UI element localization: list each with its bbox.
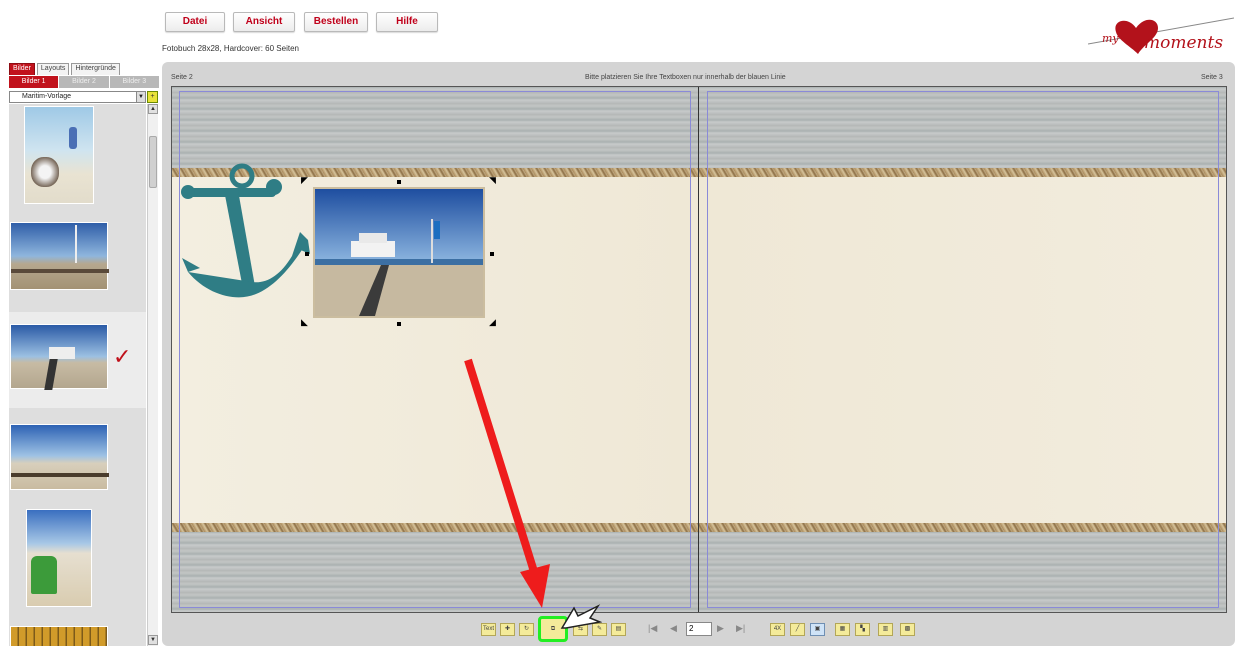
prev-page-icon[interactable]: ◀ [670, 623, 677, 634]
template-select-value: Maritim-Vorlage [22, 93, 72, 100]
resize-handle[interactable] [397, 322, 401, 326]
svg-text:moments: moments [1144, 33, 1223, 53]
zoom-button[interactable]: 4X [770, 623, 785, 636]
page-fold [698, 87, 699, 612]
selected-check-icon: ✓ [113, 344, 132, 369]
image-subtabs: Bilder 1 Bilder 2 Bilder 3 [9, 76, 159, 88]
subtab-bilder-1[interactable]: Bilder 1 [9, 76, 59, 88]
svg-text:my: my [1102, 32, 1119, 45]
screen-view-icon[interactable]: ▣ [810, 623, 825, 636]
resize-handle[interactable] [490, 252, 494, 256]
add-image-button[interactable]: ✚ [500, 623, 515, 636]
resize-handle[interactable] [397, 180, 401, 184]
thumbnail-image[interactable] [26, 509, 92, 607]
thumbnail-image[interactable] [10, 222, 109, 290]
menu-ansicht-button[interactable]: Ansicht [233, 12, 295, 32]
thumbnail-image[interactable] [24, 106, 94, 204]
tab-layouts[interactable]: Layouts [36, 63, 70, 75]
next-page-icon[interactable]: ▶ [717, 623, 724, 634]
menu-hilfe-button[interactable]: Hilfe [376, 12, 438, 32]
corner-handle-icon[interactable]: ◥ [489, 176, 496, 185]
preview-icon[interactable]: ▩ [900, 623, 915, 636]
mymoments-logo: my moments [1088, 17, 1234, 54]
mouse-cursor-icon [560, 604, 602, 629]
chevron-down-icon[interactable]: ▼ [136, 92, 145, 102]
thumbnail-image-selected[interactable] [10, 324, 108, 390]
rotate-button[interactable]: ↻ [519, 623, 534, 636]
subtab-bilder-3[interactable]: Bilder 3 [109, 76, 159, 88]
right-page-guide [707, 91, 1219, 608]
left-page-label: Seite 2 [171, 74, 193, 81]
template-add-button[interactable]: + [147, 91, 158, 103]
tab-hintergruende[interactable]: Hintergründe [71, 63, 120, 75]
thumbnail-image[interactable] [10, 626, 108, 646]
corner-handle-icon[interactable]: ◣ [301, 318, 308, 327]
placed-photo[interactable] [313, 187, 485, 318]
scroll-down-icon[interactable]: ▼ [148, 635, 158, 645]
scroll-thumb[interactable] [149, 136, 157, 188]
thumbnail-image[interactable] [10, 424, 109, 490]
photo-swap-icon[interactable]: ▚ [855, 623, 870, 636]
first-page-icon[interactable]: |◀ [648, 623, 657, 634]
scroll-up-icon[interactable]: ▲ [148, 104, 158, 114]
annotation-arrow [464, 358, 550, 608]
menu-bestellen-button[interactable]: Bestellen [304, 12, 368, 32]
resize-handle[interactable] [305, 252, 309, 256]
product-info: Fotobuch 28x28, Hardcover: 60 Seiten [162, 44, 299, 53]
corner-handle-icon[interactable]: ◢ [489, 318, 496, 327]
pier-photo [315, 189, 483, 316]
page-number-input[interactable]: 2 [686, 622, 712, 636]
sidebar-tabs: Bilder Layouts Hintergründe [9, 63, 120, 75]
textbox-hint: Bitte platzieren Sie Ihre Textboxen nur … [585, 74, 786, 81]
tab-bilder[interactable]: Bilder [9, 63, 35, 75]
draw-line-icon[interactable]: ╱ [790, 623, 805, 636]
page-layout-icon[interactable]: ▥ [878, 623, 893, 636]
last-page-icon[interactable]: ▶| [736, 623, 745, 634]
anchor-icon[interactable] [180, 160, 315, 305]
grid-view-icon[interactable]: ▦ [835, 623, 850, 636]
thumbnail-list [9, 104, 146, 646]
photobook-spread[interactable] [171, 86, 1227, 613]
thumbnail-scrollbar[interactable]: ▲ ▼ [147, 104, 158, 646]
right-page-label: Seite 3 [1201, 74, 1223, 81]
corner-handle-icon[interactable]: ◤ [301, 176, 308, 185]
menu-datei-button[interactable]: Datei [165, 12, 225, 32]
subtab-bilder-2[interactable]: Bilder 2 [59, 76, 109, 88]
text-tool-button[interactable]: Text [481, 623, 496, 636]
template-select[interactable]: Maritim-Vorlage ▼ [9, 91, 146, 103]
delete-button[interactable]: ▤ [611, 623, 626, 636]
